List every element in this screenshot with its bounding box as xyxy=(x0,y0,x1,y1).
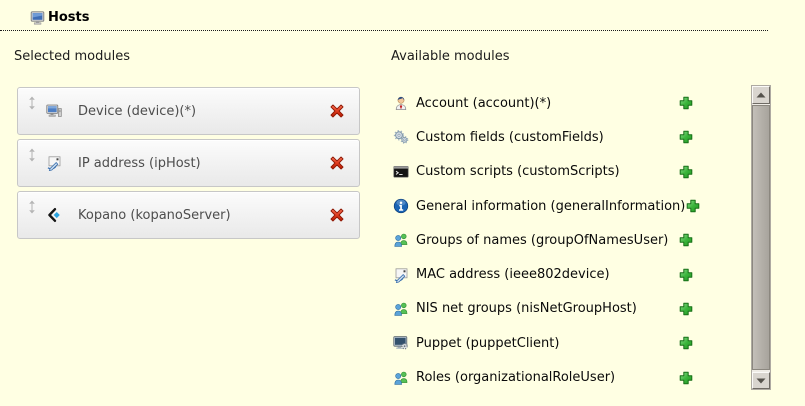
available-modules-scrollbar[interactable] xyxy=(751,85,771,390)
account-icon xyxy=(393,95,409,111)
available-module-row: MAC address (ieee802device) xyxy=(393,257,694,291)
mac-address-icon xyxy=(393,267,409,283)
available-module-label: General information (generalInformation) xyxy=(416,199,685,214)
add-module-button[interactable] xyxy=(685,198,701,214)
scrollbar-down-button[interactable] xyxy=(752,372,770,389)
plus-icon xyxy=(678,301,694,317)
host-icon xyxy=(30,10,46,26)
section-header: Hosts xyxy=(0,0,768,31)
selected-module-label: IP address (ipHost) xyxy=(78,156,201,171)
add-module-button[interactable] xyxy=(678,129,694,145)
scroll-down-icon xyxy=(756,378,766,384)
ip-address-icon xyxy=(46,155,62,171)
remove-module-button[interactable] xyxy=(328,206,346,224)
remove-module-button[interactable] xyxy=(328,102,346,120)
nis-net-groups-icon xyxy=(393,301,409,317)
remove-module-button[interactable] xyxy=(328,154,346,172)
add-module-button[interactable] xyxy=(678,164,694,180)
selected-module-row[interactable]: IP address (ipHost) xyxy=(17,139,360,187)
available-module-label: MAC address (ieee802device) xyxy=(416,267,610,282)
custom-fields-icon xyxy=(393,129,409,145)
section-title: Hosts xyxy=(48,10,90,25)
delete-icon xyxy=(328,102,346,120)
available-module-label: Puppet (puppetClient) xyxy=(416,336,559,351)
add-module-button[interactable] xyxy=(678,370,694,386)
drag-handle-icon[interactable] xyxy=(28,200,36,214)
available-module-row: NIS net groups (nisNetGroupHost) xyxy=(393,292,694,326)
scroll-up-icon xyxy=(756,92,766,98)
groups-icon xyxy=(393,232,409,248)
hosts-module-panel: Hosts Selected modules Available modules… xyxy=(0,0,805,406)
selected-module-label: Kopano (kopanoServer) xyxy=(78,208,231,223)
available-module-label: NIS net groups (nisNetGroupHost) xyxy=(416,301,637,316)
plus-icon xyxy=(678,370,694,386)
available-modules-heading: Available modules xyxy=(391,49,509,64)
kopano-icon xyxy=(46,207,62,223)
available-module-row: Custom scripts (customScripts) xyxy=(393,155,694,189)
delete-icon xyxy=(328,206,346,224)
plus-icon xyxy=(678,335,694,351)
available-module-row: Roles (organizationalRoleUser) xyxy=(393,360,694,394)
add-module-button[interactable] xyxy=(678,232,694,248)
plus-icon xyxy=(678,232,694,248)
selected-modules-heading: Selected modules xyxy=(14,49,130,64)
available-module-row: Custom fields (customFields) xyxy=(393,120,694,154)
selected-module-label: Device (device)(*) xyxy=(78,104,196,119)
available-module-label: Roles (organizationalRoleUser) xyxy=(416,370,615,385)
plus-icon xyxy=(678,95,694,111)
available-modules-list: Account (account)(*) Custom fields (cust… xyxy=(393,86,694,395)
plus-icon xyxy=(678,267,694,283)
add-module-button[interactable] xyxy=(678,95,694,111)
plus-icon xyxy=(678,129,694,145)
available-module-row: Groups of names (groupOfNamesUser) xyxy=(393,223,694,257)
available-module-row: General information (generalInformation) xyxy=(393,189,694,223)
drag-handle-icon[interactable] xyxy=(28,148,36,162)
add-module-button[interactable] xyxy=(678,301,694,317)
scrollbar-thumb[interactable] xyxy=(752,105,770,370)
general-information-icon xyxy=(393,198,409,214)
roles-icon xyxy=(393,370,409,386)
selected-module-row[interactable]: Device (device)(*) xyxy=(17,87,360,135)
selected-module-row[interactable]: Kopano (kopanoServer) xyxy=(17,191,360,239)
delete-icon xyxy=(328,154,346,172)
available-module-label: Groups of names (groupOfNamesUser) xyxy=(416,233,668,248)
add-module-button[interactable] xyxy=(678,267,694,283)
scrollbar-up-button[interactable] xyxy=(752,86,770,104)
add-module-button[interactable] xyxy=(678,335,694,351)
plus-icon xyxy=(685,198,701,214)
available-module-label: Custom scripts (customScripts) xyxy=(416,164,620,179)
selected-modules-list: Device (device)(*) IP address (ipHost) K… xyxy=(17,87,360,243)
available-module-label: Custom fields (customFields) xyxy=(416,130,604,145)
plus-icon xyxy=(678,164,694,180)
puppet-icon xyxy=(393,335,409,351)
available-module-row: Puppet (puppetClient) xyxy=(393,326,694,360)
available-module-row: Account (account)(*) xyxy=(393,86,694,120)
device-icon xyxy=(46,103,62,119)
custom-scripts-icon xyxy=(393,164,409,180)
drag-handle-icon[interactable] xyxy=(28,96,36,110)
available-module-label: Account (account)(*) xyxy=(416,96,551,111)
